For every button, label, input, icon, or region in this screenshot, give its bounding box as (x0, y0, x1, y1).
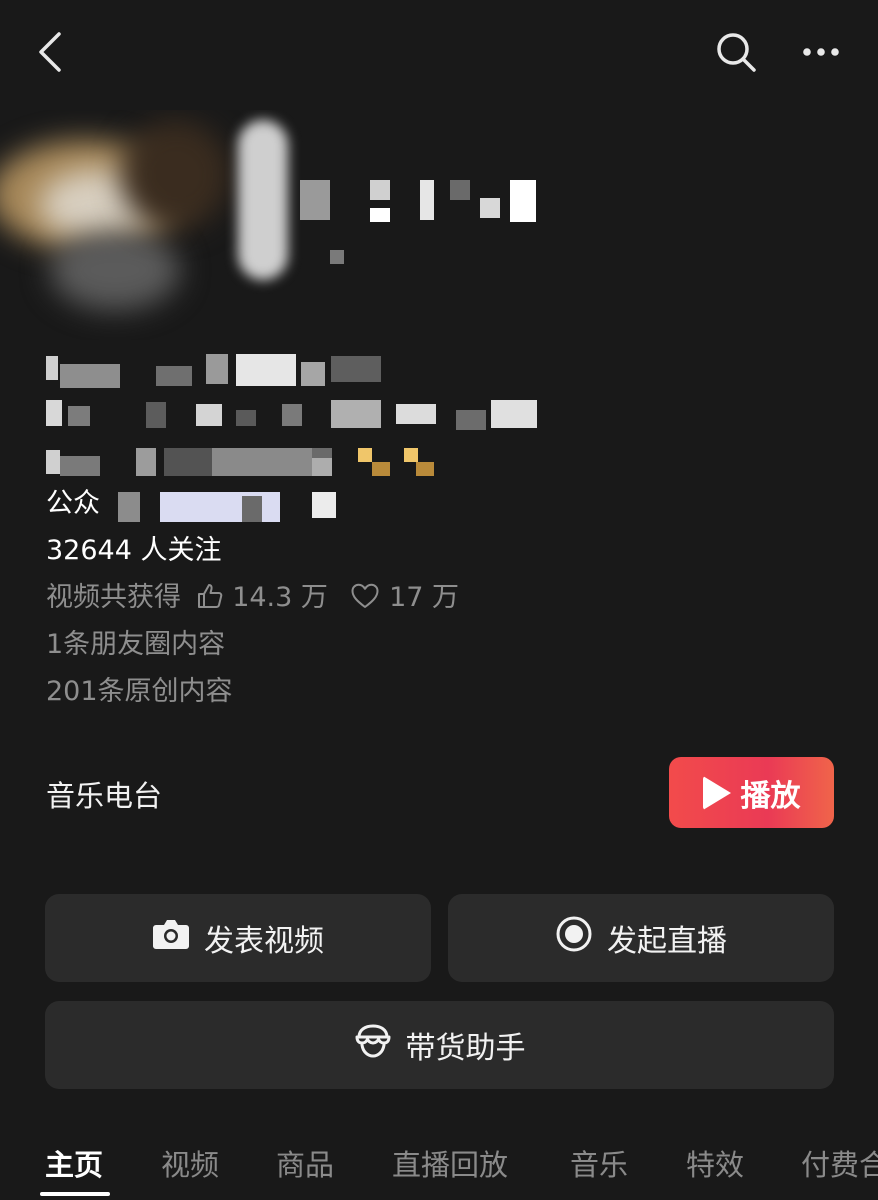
play-icon (702, 775, 731, 810)
original-content-count[interactable]: 201条原创内容 (46, 672, 233, 712)
tab-videos[interactable]: 视频 (161, 1142, 219, 1184)
thumbs-up-icon (196, 582, 224, 622)
bio-line-3-redacted (46, 442, 526, 482)
tab-effects[interactable]: 特效 (686, 1142, 744, 1184)
tab-paid-collection[interactable]: 付费合 (801, 1142, 878, 1184)
heart-icon (350, 582, 380, 622)
back-chevron-icon[interactable] (28, 24, 72, 80)
bio-line-4: 公众 (46, 484, 100, 524)
search-icon[interactable] (710, 26, 762, 78)
start-live-label: 发起直播 (607, 924, 727, 959)
avatar[interactable] (0, 110, 310, 340)
live-record-icon (555, 915, 607, 961)
start-live-button[interactable]: 发起直播 (448, 894, 834, 982)
followers-count[interactable]: 32644 人关注 (46, 531, 221, 571)
music-radio-row: 音乐电台 播放 (46, 757, 834, 829)
music-radio-label: 音乐电台 (46, 779, 163, 813)
tab-products[interactable]: 商品 (276, 1142, 334, 1184)
profile-name-redacted (300, 170, 550, 270)
moments-count[interactable]: 1条朋友圈内容 (46, 625, 225, 665)
publish-video-label: 发表视频 (204, 924, 324, 959)
publish-video-button[interactable]: 发表视频 (45, 894, 431, 982)
active-tab-indicator (40, 1192, 110, 1196)
tab-live-replay[interactable]: 直播回放 (392, 1142, 508, 1184)
play-button-label: 播放 (740, 778, 801, 814)
hearts-count: 17 万 (389, 582, 460, 613)
bio-line-4-prefix: 公众 (46, 488, 100, 519)
sales-assistant-label: 带货助手 (405, 1031, 526, 1066)
likes-line: 视频共获得 14.3 万 17 万 (46, 578, 459, 622)
bio-line-2-redacted (46, 396, 537, 436)
play-button[interactable]: 播放 (669, 757, 834, 828)
tab-music[interactable]: 音乐 (570, 1142, 628, 1184)
tab-home[interactable]: 主页 (45, 1142, 103, 1184)
top-bar (0, 0, 878, 100)
bio-line-1-redacted (46, 352, 526, 392)
shop-assistant-icon (354, 1023, 406, 1067)
camera-icon (152, 918, 204, 958)
likes-prefix: 视频共获得 (46, 582, 181, 613)
bio-line-4-redacted (110, 488, 350, 528)
more-dots-icon[interactable] (796, 26, 846, 78)
likes-count: 14.3 万 (232, 582, 328, 613)
sales-assistant-button[interactable]: 带货助手 (45, 1001, 834, 1089)
profile-tabs: 主页 视频 商品 直播回放 音乐 特效 付费合 (0, 1130, 878, 1200)
